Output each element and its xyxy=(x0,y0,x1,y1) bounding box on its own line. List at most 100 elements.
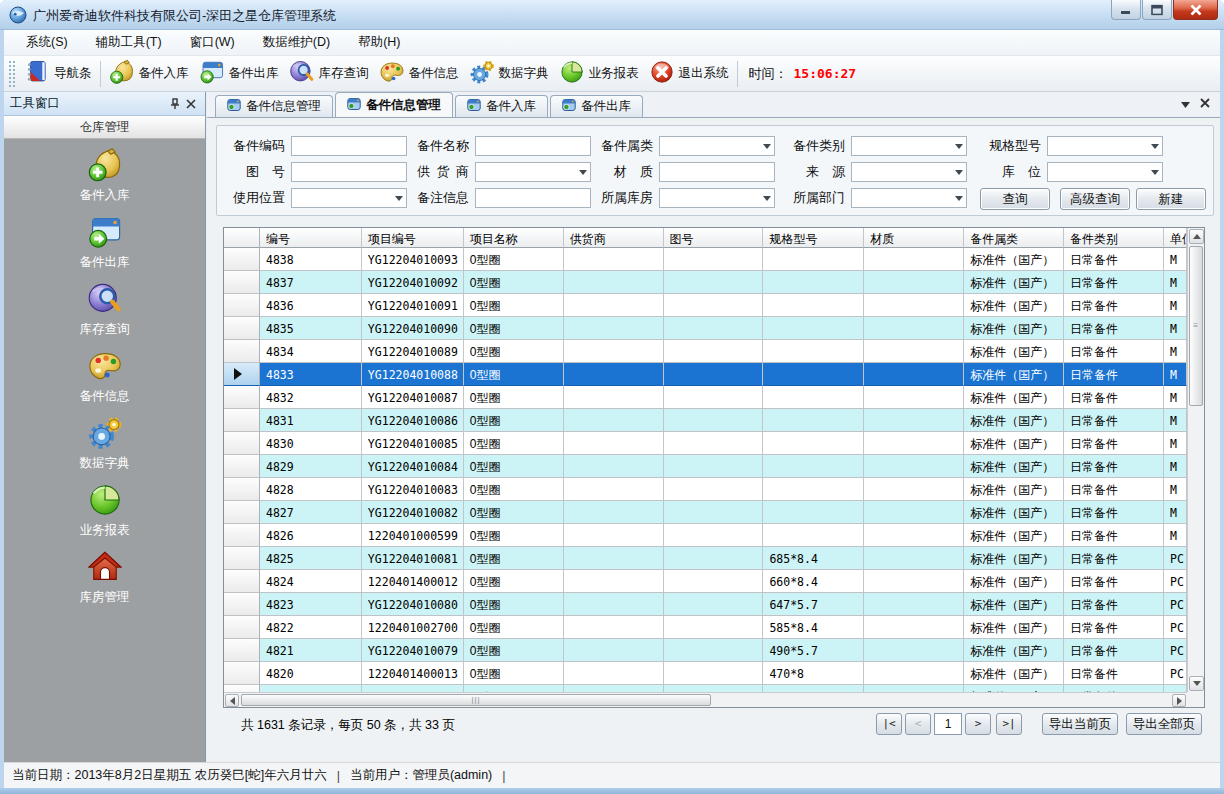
row-selector-cell[interactable] xyxy=(224,248,260,271)
row-selector-cell[interactable] xyxy=(224,340,260,363)
minimize-button[interactable] xyxy=(1111,0,1141,20)
new-button[interactable]: 新建 xyxy=(1136,188,1206,210)
table-row[interactable]: 4830YG122040100850型圈标准件（国产）日常备件M xyxy=(224,432,1187,455)
horizontal-scroll-thumb[interactable]: ||| xyxy=(241,694,711,706)
column-header[interactable]: 编号 xyxy=(260,228,362,248)
export-current-page-button[interactable]: 导出当前页 xyxy=(1042,713,1118,735)
table-row[interactable]: 4832YG122040100870型圈标准件（国产）日常备件M xyxy=(224,386,1187,409)
search-select[interactable] xyxy=(475,162,591,182)
sidebar-item-5[interactable]: 数据字典 xyxy=(4,415,205,468)
toolbar-button[interactable]: 导航条 xyxy=(19,59,97,89)
search-select[interactable] xyxy=(851,188,967,208)
row-selector-cell[interactable] xyxy=(224,662,260,685)
column-header[interactable]: 图号 xyxy=(664,228,764,248)
tab-1[interactable]: 备件信息管理 xyxy=(215,95,333,117)
column-header[interactable]: 材质 xyxy=(864,228,964,248)
row-selector-cell[interactable] xyxy=(224,317,260,340)
row-selector-cell[interactable] xyxy=(224,271,260,294)
toolbar-button[interactable]: 备件入库 xyxy=(104,59,194,89)
row-selector-cell[interactable] xyxy=(224,363,260,386)
next-page-button[interactable]: > xyxy=(965,713,991,735)
row-selector-cell[interactable] xyxy=(224,294,260,317)
table-row[interactable]: 482412204014000120型圈660*8.4标准件（国产）日常备件PC xyxy=(224,570,1187,593)
column-header[interactable]: 备件类别 xyxy=(1064,228,1164,248)
row-selector-cell[interactable] xyxy=(224,386,260,409)
search-select[interactable] xyxy=(291,188,407,208)
row-selector-cell[interactable] xyxy=(224,501,260,524)
table-row[interactable]: 4823YG122040100800型圈647*5.7标准件（国产）日常备件PC xyxy=(224,593,1187,616)
table-row[interactable]: 4838YG122040100930型圈标准件（国产）日常备件M xyxy=(224,248,1187,271)
tab-scroll-down-icon[interactable] xyxy=(1181,97,1190,111)
row-selector-cell[interactable] xyxy=(224,432,260,455)
search-select[interactable] xyxy=(659,136,775,156)
search-select[interactable] xyxy=(659,188,775,208)
table-row[interactable]: 4829YG122040100840型圈标准件（国产）日常备件M xyxy=(224,455,1187,478)
table-row[interactable]: 4827YG122040100820型圈标准件（国产）日常备件M xyxy=(224,501,1187,524)
column-header[interactable]: 项目编号 xyxy=(362,228,464,248)
search-select[interactable] xyxy=(851,136,967,156)
sidebar-item-6[interactable]: 业务报表 xyxy=(4,482,205,535)
toolbar-button[interactable]: 备件出库 xyxy=(194,59,284,89)
search-input[interactable] xyxy=(291,136,407,156)
first-page-button[interactable]: |< xyxy=(876,713,902,735)
row-selector-header[interactable] xyxy=(224,228,260,248)
table-row[interactable]: 4836YG122040100910型圈标准件（国产）日常备件M xyxy=(224,294,1187,317)
table-row[interactable]: 4833YG122040100880型圈标准件（国产）日常备件M xyxy=(224,363,1187,386)
row-selector-cell[interactable] xyxy=(224,478,260,501)
toolbar-button[interactable]: 业务报表 xyxy=(554,59,644,89)
row-selector-cell[interactable] xyxy=(224,524,260,547)
search-input[interactable] xyxy=(659,162,775,182)
search-input[interactable] xyxy=(291,162,407,182)
close-panel-icon[interactable] xyxy=(183,97,199,111)
table-row[interactable]: 4825YG122040100810型圈685*8.4标准件（国产）日常备件PC xyxy=(224,547,1187,570)
maximize-button[interactable] xyxy=(1142,0,1172,20)
row-selector-cell[interactable] xyxy=(224,616,260,639)
scroll-right-button[interactable] xyxy=(1172,694,1186,707)
toolbar-grip[interactable] xyxy=(9,61,15,87)
search-input[interactable] xyxy=(475,136,591,156)
row-selector-cell[interactable] xyxy=(224,685,260,692)
pin-icon[interactable] xyxy=(167,97,183,111)
toolbar-button[interactable]: 退出系统 xyxy=(644,59,734,89)
menu-item[interactable]: 帮助(H) xyxy=(344,30,414,55)
search-select[interactable] xyxy=(1047,162,1163,182)
column-header[interactable]: 单位 xyxy=(1164,228,1187,248)
row-selector-cell[interactable] xyxy=(224,593,260,616)
table-row[interactable]: 482012204014000130型圈470*8标准件（国产）日常备件PC xyxy=(224,662,1187,685)
scroll-up-button[interactable] xyxy=(1189,229,1204,244)
tab-4[interactable]: 备件出库 xyxy=(550,95,643,117)
page-number-input[interactable]: 1 xyxy=(934,713,962,735)
prev-page-button[interactable]: < xyxy=(905,713,931,735)
sidebar-item-1[interactable]: 备件入库 xyxy=(4,147,205,200)
horizontal-scrollbar[interactable]: ||| xyxy=(224,692,1187,707)
table-row[interactable]: 4834YG122040100890型圈标准件（国产）日常备件M xyxy=(224,340,1187,363)
menu-item[interactable]: 数据维护(D) xyxy=(249,30,344,55)
column-header[interactable]: 项目名称 xyxy=(464,228,564,248)
table-row[interactable]: 4837YG122040100920型圈标准件（国产）日常备件M xyxy=(224,271,1187,294)
menu-item[interactable]: 窗口(W) xyxy=(176,30,249,55)
vertical-scrollbar[interactable]: ≡ xyxy=(1187,228,1204,692)
row-selector-cell[interactable] xyxy=(224,639,260,662)
menu-item[interactable]: 辅助工具(T) xyxy=(82,30,176,55)
sidebar-item-3[interactable]: 库存查询 xyxy=(4,281,205,334)
row-selector-cell[interactable] xyxy=(224,455,260,478)
row-selector-cell[interactable] xyxy=(224,409,260,432)
last-page-button[interactable]: >| xyxy=(996,713,1022,735)
sidebar-item-7[interactable]: 库房管理 xyxy=(4,549,205,602)
search-select[interactable] xyxy=(851,162,967,182)
export-all-pages-button[interactable]: 导出全部页 xyxy=(1126,713,1202,735)
search-select[interactable] xyxy=(1047,136,1163,156)
table-row[interactable]: 0型圈标准件（国产）日常备件 xyxy=(224,685,1187,692)
table-row[interactable]: 4835YG122040100900型圈标准件（国产）日常备件M xyxy=(224,317,1187,340)
tab-2[interactable]: 备件信息管理 xyxy=(335,92,453,117)
toolbar-button[interactable]: 备件信息 xyxy=(374,59,464,89)
close-button[interactable] xyxy=(1173,0,1218,20)
row-selector-cell[interactable] xyxy=(224,547,260,570)
menu-item[interactable]: 系统(S) xyxy=(12,30,82,55)
scroll-down-button[interactable] xyxy=(1189,676,1204,691)
toolbar-button[interactable]: 库存查询 xyxy=(284,59,374,89)
query-button[interactable]: 查询 xyxy=(980,188,1050,210)
column-header[interactable]: 供货商 xyxy=(564,228,664,248)
column-header[interactable]: 备件属类 xyxy=(964,228,1064,248)
tab-3[interactable]: 备件入库 xyxy=(455,95,548,117)
